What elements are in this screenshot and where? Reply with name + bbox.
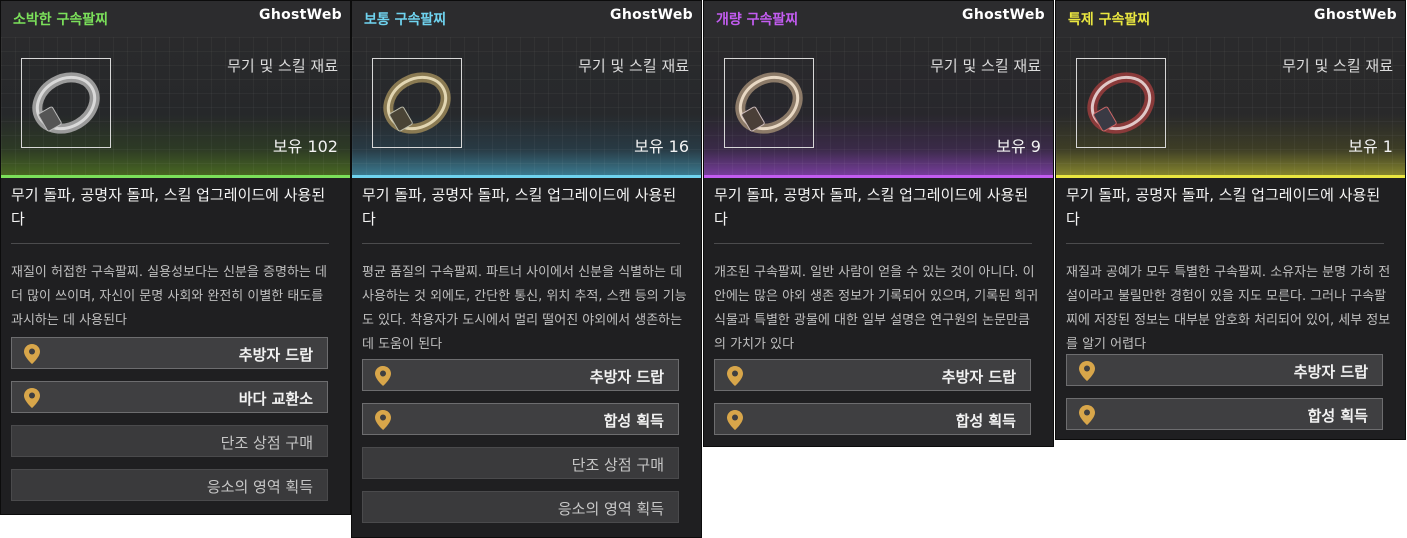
item-description: 무기 돌파, 공명자 돌파, 스킬 업그레이드에 사용된다 [11,186,326,228]
source-label: 합성 획득 [955,412,1016,430]
watermark: GhostWeb [1314,7,1397,23]
location-pin-icon [1079,405,1095,425]
owned-count: 보유 1 [1348,137,1393,156]
location-pin-icon [1079,361,1095,381]
item-category: 무기 및 스킬 재료 [1282,57,1393,75]
divider [11,243,329,244]
item-card-advanced: 개량 구속팔찌 GhostWeb 무기 및 스킬 재료 보유 9 무기 돌파, … [703,0,1054,447]
source-label: 합성 획득 [603,412,664,430]
item-category: 무기 및 스킬 재료 [227,57,338,75]
owned-count: 보유 16 [634,137,689,156]
source-label: 응소의 영역 획득 [557,500,664,518]
divider [362,243,680,244]
card-titlebar: 소박한 구속팔찌 GhostWeb [1,1,350,37]
location-pin-icon [24,388,40,408]
item-icon-frame [724,58,814,148]
item-category: 무기 및 스킬 재료 [578,57,689,75]
watermark: GhostWeb [610,7,693,23]
location-pin-icon [727,366,743,386]
item-flavor-text: 재질이 허접한 구속팔찌. 실용성보다는 신분을 증명하는 데 더 많이 쓰이며… [11,265,327,328]
source-label: 단조 상점 구매 [571,456,664,474]
rarity-bar [1,175,350,178]
item-name: 특제 구속팔찌 [1068,12,1151,28]
rarity-bar [704,175,1053,178]
bracelet-icon [32,72,100,134]
source-sea-exchange[interactable]: 바다 교환소 [11,381,328,413]
item-icon-frame [1076,58,1166,148]
source-synthesis[interactable]: 합성 획득 [714,403,1031,435]
item-description: 무기 돌파, 공명자 돌파, 스킬 업그레이드에 사용된다 [362,186,677,228]
watermark: GhostWeb [962,7,1045,23]
source-label: 응소의 영역 획득 [206,478,313,496]
divider [1066,243,1384,244]
item-flavor-text: 평균 품질의 구속팔찌. 파트너 사이에서 신분을 식별하는 데 사용하는 것 … [362,265,687,352]
owned-count: 보유 102 [272,137,338,156]
item-description: 무기 돌파, 공명자 돌파, 스킬 업그레이드에 사용된다 [1066,186,1381,228]
source-exile-drop[interactable]: 추방자 드랍 [714,359,1031,391]
source-exile-drop[interactable]: 추방자 드랍 [362,359,679,391]
source-domain-acquire[interactable]: 응소의 영역 획득 [362,491,679,523]
source-synthesis[interactable]: 합성 획득 [1066,398,1383,430]
source-label: 단조 상점 구매 [220,434,313,452]
source-exile-drop[interactable]: 추방자 드랍 [1066,354,1383,386]
location-pin-icon [727,410,743,430]
item-icon-frame [372,58,462,148]
source-synthesis[interactable]: 합성 획득 [362,403,679,435]
source-label: 추방자 드랍 [238,346,313,364]
location-pin-icon [375,366,391,386]
item-description: 무기 돌파, 공명자 돌파, 스킬 업그레이드에 사용된다 [714,186,1029,228]
source-label: 추방자 드랍 [941,368,1016,386]
source-label: 바다 교환소 [238,390,313,408]
item-flavor-text: 재질과 공예가 모두 특별한 구속팔찌. 소유자는 분명 가히 전설이라고 불릴… [1066,265,1391,352]
card-titlebar: 특제 구속팔찌 GhostWeb [1056,1,1405,37]
source-forge-shop[interactable]: 단조 상점 구매 [362,447,679,479]
item-card-common: 소박한 구속팔찌 GhostWeb 무기 및 스킬 재료 보유 102 무기 돌… [0,0,351,515]
item-category: 무기 및 스킬 재료 [930,57,1041,75]
source-label: 추방자 드랍 [1293,363,1368,381]
item-card-special: 특제 구속팔찌 GhostWeb 무기 및 스킬 재료 보유 1 무기 돌파, … [1055,0,1406,440]
rarity-bar [352,175,701,178]
item-name: 보통 구속팔찌 [364,12,447,28]
location-pin-icon [24,344,40,364]
item-card-normal: 보통 구속팔찌 GhostWeb 무기 및 스킬 재료 보유 16 무기 돌파,… [351,0,702,538]
item-icon-frame [21,58,111,148]
location-pin-icon [375,410,391,430]
rarity-bar [1056,175,1405,178]
owned-count: 보유 9 [996,137,1041,156]
watermark: GhostWeb [259,7,342,23]
source-exile-drop[interactable]: 추방자 드랍 [11,337,328,369]
item-name: 소박한 구속팔찌 [13,12,109,28]
item-flavor-text: 개조된 구속팔찌. 일반 사람이 얻을 수 있는 것이 아니다. 이 안에는 많… [714,265,1039,352]
source-forge-shop[interactable]: 단조 상점 구매 [11,425,328,457]
card-titlebar: 개량 구속팔찌 GhostWeb [704,1,1053,37]
divider [714,243,1032,244]
source-label: 합성 획득 [1307,407,1368,425]
bracelet-icon [383,72,451,134]
source-domain-acquire[interactable]: 응소의 영역 획득 [11,469,328,501]
bracelet-icon [735,72,803,134]
item-name: 개량 구속팔찌 [716,12,799,28]
source-label: 추방자 드랍 [589,368,664,386]
bracelet-icon [1087,72,1155,134]
card-titlebar: 보통 구속팔찌 GhostWeb [352,1,701,37]
